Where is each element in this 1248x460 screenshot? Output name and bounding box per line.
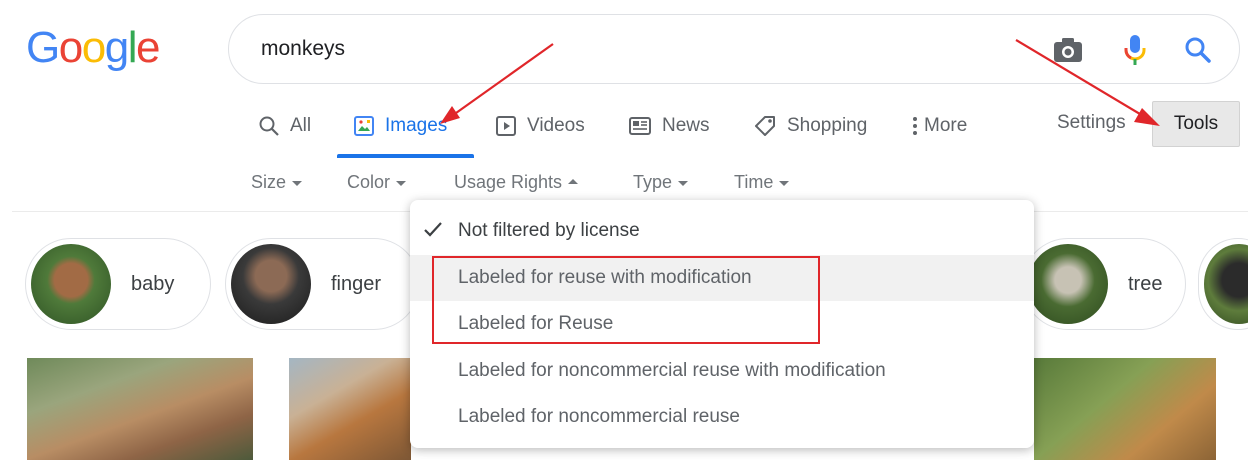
arrow-head-icon [1134, 108, 1160, 126]
arrow-to-tools [1015, 39, 1151, 121]
annotation-arrows [440, 39, 1160, 126]
arrow-to-images [448, 43, 554, 119]
arrow-head-icon [440, 106, 460, 124]
